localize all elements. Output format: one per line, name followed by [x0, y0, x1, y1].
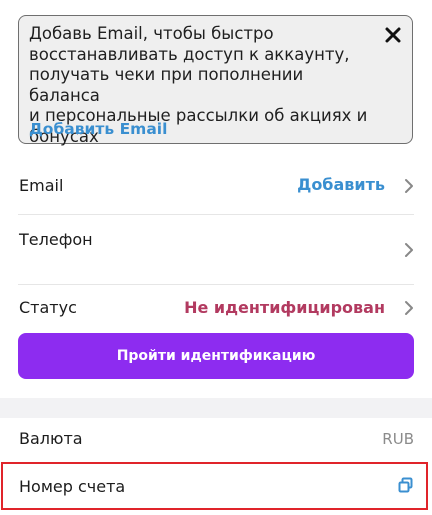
copy-icon[interactable] — [398, 477, 414, 493]
phone-label: Телефон — [19, 230, 93, 249]
account-number-label: Номер счета — [19, 477, 126, 496]
section-separator — [0, 398, 432, 418]
add-email-banner: Добавь Email, чтобы быстро восстанавлива… — [18, 15, 413, 146]
add-email-link[interactable]: Добавить Email — [29, 120, 167, 138]
currency-row: Валюта — [0, 420, 432, 460]
status-row[interactable]: Статус Не идентифицирован — [0, 290, 432, 326]
identify-button[interactable]: Пройти идентификацию — [18, 333, 414, 379]
currency-value: RUB — [382, 430, 414, 448]
status-label: Статус — [19, 298, 77, 317]
status-value: Не идентифицирован — [184, 298, 385, 317]
divider — [18, 284, 414, 285]
currency-label: Валюта — [19, 429, 83, 448]
email-row[interactable]: Email Добавить — [0, 166, 432, 206]
chevron-right-icon — [405, 243, 413, 257]
phone-row[interactable]: Телефон — [0, 222, 432, 282]
email-label: Email — [19, 176, 64, 195]
divider — [18, 214, 414, 215]
chevron-right-icon — [405, 179, 413, 193]
chevron-right-icon — [405, 301, 413, 315]
close-icon[interactable] — [381, 23, 405, 47]
email-add-value[interactable]: Добавить — [297, 175, 385, 194]
